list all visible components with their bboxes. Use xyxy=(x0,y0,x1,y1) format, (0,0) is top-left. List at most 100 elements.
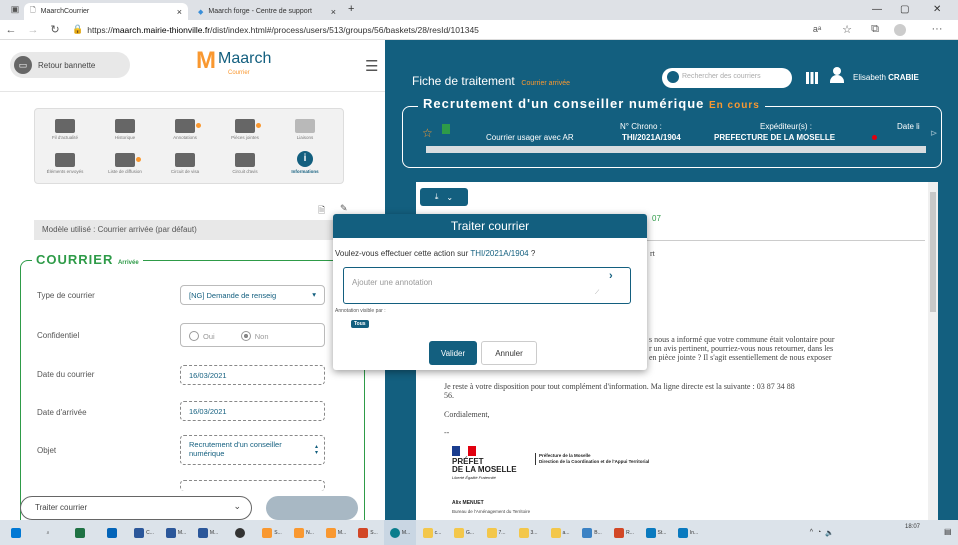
tool-history[interactable]: Historique xyxy=(101,117,149,140)
read-aloud-icon[interactable]: aᵃ xyxy=(806,24,828,34)
new-tab-button[interactable]: + xyxy=(348,3,354,15)
radio-non[interactable]: Non xyxy=(240,331,269,341)
action-select[interactable]: Traiter courrier ⌄ xyxy=(20,496,252,520)
forward-icon[interactable]: → xyxy=(22,24,44,36)
document-scrollbar[interactable] xyxy=(928,182,938,520)
info-icon: i xyxy=(297,151,313,167)
taskbar-folder[interactable]: a... xyxy=(544,520,576,545)
tool-annotations[interactable]: Annotations xyxy=(161,117,209,140)
profile-icon[interactable] xyxy=(894,24,906,36)
reload-icon[interactable]: ↻ xyxy=(44,23,66,36)
back-icon[interactable]: ← xyxy=(0,24,22,36)
doc-time-partial: 07 xyxy=(652,214,661,223)
confidentiel-radio-group: Oui Non xyxy=(180,323,325,347)
url-field[interactable]: https://maarch.mairie-thionville.fr/dist… xyxy=(87,25,479,35)
tool-avis[interactable]: Circuit d'avis xyxy=(221,151,269,174)
taskbar-app[interactable]: In... xyxy=(672,520,704,545)
taskbar-app[interactable]: S... xyxy=(256,520,288,545)
visibility-chip-tous[interactable]: Tous xyxy=(351,320,369,328)
tool-links[interactable]: Liaisons xyxy=(281,117,329,140)
lock-icon: 🔒 xyxy=(72,24,84,34)
taskbar-app[interactable]: M... xyxy=(192,520,224,545)
clock[interactable]: 18:07 xyxy=(905,523,920,531)
tool-informations[interactable]: i Informations xyxy=(281,149,329,174)
expand-icon[interactable]: ⊳ xyxy=(930,128,938,139)
search-icon xyxy=(667,71,679,83)
search-input[interactable]: Rechercher des courriers xyxy=(662,68,792,88)
radio-oui[interactable]: Oui xyxy=(189,331,215,341)
taskbar-app[interactable]: B... xyxy=(576,520,608,545)
tool-attachments[interactable]: Pièces jointes xyxy=(221,117,269,140)
minimize-icon[interactable]: — xyxy=(872,4,882,15)
taskbar-app[interactable]: M... xyxy=(160,520,192,545)
close-tab-icon[interactable]: × xyxy=(331,7,336,17)
objet-field[interactable]: Recrutement d'un conseiller numérique ▴ ▾ xyxy=(180,435,325,465)
courrier-title: COURRIER Arrivée xyxy=(32,252,143,267)
tab-maarchcourrier[interactable]: 🗋 MaarchCourrier × xyxy=(24,3,188,20)
menu-icon[interactable]: ☰ xyxy=(365,57,378,75)
close-tab-icon[interactable]: × xyxy=(177,7,182,17)
taskbar-app[interactable] xyxy=(64,520,96,545)
user-name[interactable]: Elisabeth CRABIE xyxy=(853,73,919,82)
star-icon[interactable]: ☆ xyxy=(422,126,433,140)
search-taskbar-icon[interactable]: ⌕ xyxy=(32,520,64,545)
taskbar: ⌕ C... M... M... S... N... M... S... M..… xyxy=(0,520,958,545)
taskbar-app[interactable]: C... xyxy=(128,520,160,545)
taskbar-app[interactable]: R... xyxy=(608,520,640,545)
download-button[interactable]: ⤓ ⌄ xyxy=(420,188,468,206)
tab-maarch-forge[interactable]: ◆ Maarch forge - Centre de support × xyxy=(192,3,342,20)
send-annotation-icon[interactable]: › xyxy=(609,270,613,282)
summary-scrollbar[interactable] xyxy=(426,146,926,153)
type-label: Type de courrier xyxy=(37,291,95,300)
edit-icon[interactable]: ✎ xyxy=(340,203,348,214)
category: Courrier usager avec AR xyxy=(486,133,574,142)
traiter-courrier-modal: Traiter courrier Voulez-vous effectuer c… xyxy=(333,214,647,370)
close-window-icon[interactable]: ✕ xyxy=(933,4,941,15)
more-icon[interactable]: ··· xyxy=(926,23,948,35)
grid-icon[interactable] xyxy=(806,72,818,84)
tab-actions-icon[interactable]: ▣ xyxy=(4,4,26,15)
taskbar-app[interactable]: S... xyxy=(352,520,384,545)
start-button[interactable] xyxy=(0,520,32,545)
flag-icon[interactable] xyxy=(442,124,450,134)
history-icon xyxy=(115,119,135,133)
tool-sent-items[interactable]: Éléments envoyés xyxy=(41,151,89,174)
taskbar-app[interactable]: M... xyxy=(320,520,352,545)
resize-handle-icon[interactable]: ⟋ xyxy=(595,290,599,297)
taskbar-app[interactable]: N... xyxy=(288,520,320,545)
valider-button-disabled[interactable] xyxy=(266,496,358,520)
date-arrivee-field[interactable]: 16/03/2021 xyxy=(180,401,325,421)
taskbar-app[interactable] xyxy=(96,520,128,545)
date-courrier-field[interactable]: 16/03/2021 xyxy=(180,365,325,385)
favorites-icon[interactable]: ☆ xyxy=(836,23,858,36)
annotation-input[interactable]: Ajouter une annotation xyxy=(343,267,631,304)
tool-visa[interactable]: Circuit de visa xyxy=(161,151,209,174)
taskbar-folder[interactable]: 3... xyxy=(512,520,544,545)
tool-diffusion[interactable]: Liste de diffusion xyxy=(101,151,149,174)
maximize-icon[interactable]: ▢ xyxy=(900,4,909,15)
document-icon[interactable]: 🗎 xyxy=(318,203,325,219)
tab-title: MaarchCourrier xyxy=(40,8,90,15)
taskbar-app[interactable]: St... xyxy=(640,520,672,545)
left-header: ▭ Retour bannette M Maarch Courrier ☰ xyxy=(0,40,385,92)
tool-newsfeed[interactable]: Fil d'actualité xyxy=(41,117,89,140)
type-select[interactable]: [NG] Demande de renseig ▾ xyxy=(180,285,325,305)
taskbar-folder[interactable]: 7... xyxy=(480,520,512,545)
objet-label: Objet xyxy=(37,446,57,455)
taskbar-app[interactable] xyxy=(224,520,256,545)
link-icon xyxy=(295,119,315,133)
taskbar-folder[interactable]: c... xyxy=(416,520,448,545)
taskbar-folder[interactable]: G... xyxy=(448,520,480,545)
tray-expand-icon[interactable]: ^ xyxy=(810,529,813,536)
notifications-icon[interactable]: ▤ xyxy=(944,527,952,536)
annuler-button[interactable]: Annuler xyxy=(481,341,537,365)
left-panel: ▭ Retour bannette M Maarch Courrier ☰ Fi… xyxy=(0,40,385,530)
date-arrivee-label: Date d'arrivée xyxy=(37,408,87,417)
user-icon[interactable] xyxy=(830,67,844,83)
system-tray[interactable]: ^ ◔ 🔈 xyxy=(704,520,834,545)
taskbar-app-edge[interactable]: M... xyxy=(384,520,416,545)
status-dot xyxy=(872,135,877,140)
retour-bannette-button[interactable]: ▭ Retour bannette xyxy=(10,52,130,78)
collections-icon[interactable]: ⧉ xyxy=(864,23,886,36)
valider-button[interactable]: Valider xyxy=(429,341,477,365)
